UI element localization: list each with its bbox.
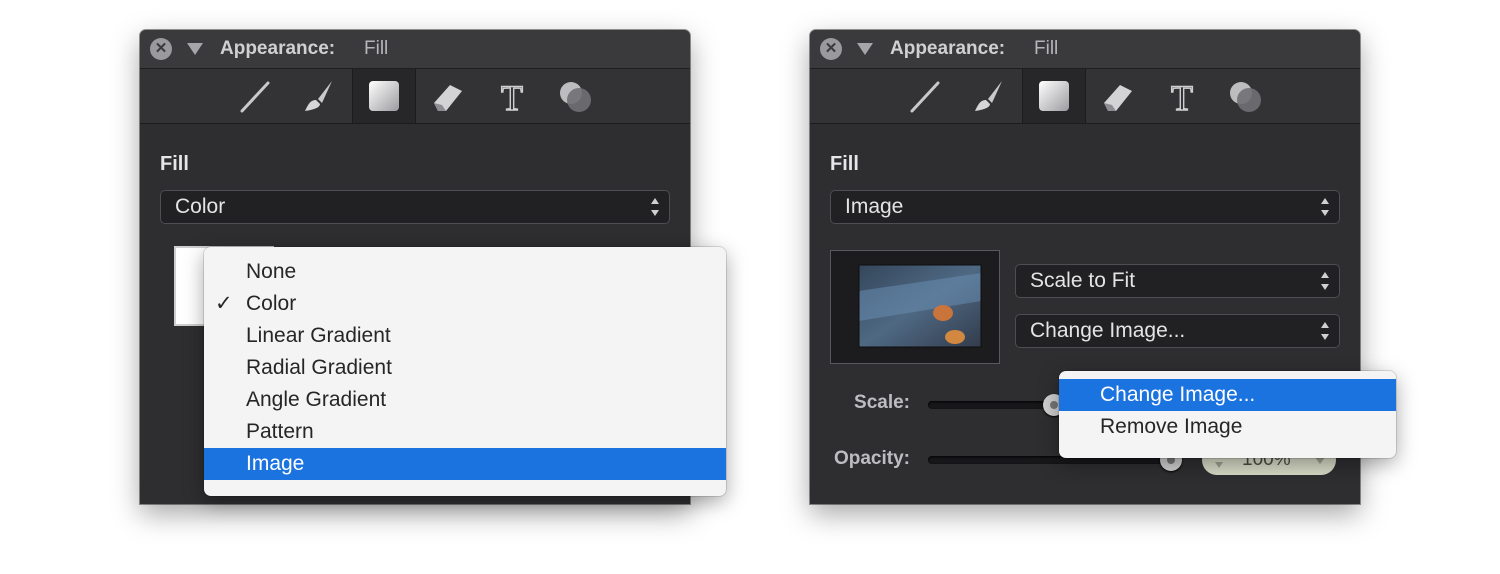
menu-item-label: Color	[246, 292, 297, 315]
inspector-toolbar: T	[140, 69, 690, 124]
fill-type-menu: None ✓ Color Linear Gradient Radial Gradi…	[204, 247, 726, 496]
panel-titlebar: ✕ Appearance: Fill	[140, 30, 690, 69]
panel-titlebar: ✕ Appearance: Fill	[810, 30, 1360, 69]
shadow-tool-icon[interactable]	[1226, 77, 1266, 117]
menu-item-change-image[interactable]: Change Image...	[1059, 379, 1396, 411]
disclosure-triangle-icon[interactable]	[857, 43, 873, 55]
popup-arrows-icon	[651, 198, 659, 216]
menu-item-label: Pattern	[246, 420, 314, 443]
popup-arrows-icon	[1321, 322, 1329, 340]
menu-item-label: Remove Image	[1100, 415, 1243, 438]
menu-item-pattern[interactable]: Pattern	[204, 416, 726, 448]
fill-type-value: Image	[845, 195, 904, 218]
scale-mode-popup[interactable]: Scale to Fit	[1015, 264, 1340, 298]
change-image-value: Change Image...	[1030, 319, 1186, 342]
menu-item-label: None	[246, 260, 297, 283]
menu-item-remove-image[interactable]: Remove Image	[1059, 411, 1396, 443]
svg-text:T: T	[501, 78, 523, 117]
fill-heading: Fill	[830, 153, 859, 175]
menu-item-label: Change Image...	[1100, 383, 1256, 406]
line-tool-icon[interactable]	[906, 77, 946, 117]
eraser-tool-icon[interactable]	[1098, 77, 1138, 117]
opacity-label: Opacity:	[833, 448, 910, 469]
fill-tool-icon[interactable]	[352, 69, 416, 123]
image-thumbnail[interactable]	[830, 250, 1000, 364]
svg-text:T: T	[1171, 78, 1193, 117]
close-icon[interactable]: ✕	[820, 38, 842, 60]
fill-type-popup[interactable]: Image	[830, 190, 1340, 224]
popup-arrows-icon	[1321, 272, 1329, 290]
fill-heading: Fill	[160, 153, 189, 175]
fill-type-value: Color	[175, 195, 226, 218]
menu-item-radial-gradient[interactable]: Radial Gradient	[204, 352, 726, 384]
image-menu: Change Image... Remove Image	[1059, 371, 1396, 458]
menu-item-label: Radial Gradient	[246, 356, 392, 379]
menu-item-color[interactable]: ✓ Color	[204, 288, 726, 320]
eraser-tool-icon[interactable]	[428, 77, 468, 117]
fill-type-popup[interactable]: Color	[160, 190, 670, 224]
menu-item-label: Linear Gradient	[246, 324, 391, 347]
disclosure-triangle-icon[interactable]	[187, 43, 203, 55]
line-tool-icon[interactable]	[236, 77, 276, 117]
close-icon[interactable]: ✕	[150, 38, 172, 60]
popup-arrows-icon	[1321, 198, 1329, 216]
panel-title: Appearance:	[890, 38, 1006, 59]
menu-item-linear-gradient[interactable]: Linear Gradient	[204, 320, 726, 352]
text-tool-icon[interactable]: T	[1162, 77, 1202, 118]
menu-item-image[interactable]: Image	[204, 448, 726, 480]
brush-tool-icon[interactable]	[968, 77, 1008, 117]
text-tool-icon[interactable]: T	[492, 77, 532, 118]
scale-label: Scale:	[854, 392, 910, 413]
menu-item-label: Image	[246, 452, 305, 475]
image-preview	[858, 264, 982, 348]
checkmark-icon: ✓	[215, 292, 233, 315]
fill-tool-icon[interactable]	[1022, 69, 1086, 123]
change-image-popup[interactable]: Change Image...	[1015, 314, 1340, 348]
panel-title: Appearance:	[220, 38, 336, 59]
shadow-tool-icon[interactable]	[556, 77, 596, 117]
scale-mode-value: Scale to Fit	[1030, 269, 1136, 292]
panel-subtitle: Fill	[364, 38, 389, 59]
inspector-toolbar: T	[810, 69, 1360, 124]
brush-tool-icon[interactable]	[298, 77, 338, 117]
menu-item-angle-gradient[interactable]: Angle Gradient	[204, 384, 726, 416]
menu-item-none[interactable]: None	[204, 256, 726, 288]
menu-item-label: Angle Gradient	[246, 388, 387, 411]
panel-subtitle: Fill	[1034, 38, 1059, 59]
